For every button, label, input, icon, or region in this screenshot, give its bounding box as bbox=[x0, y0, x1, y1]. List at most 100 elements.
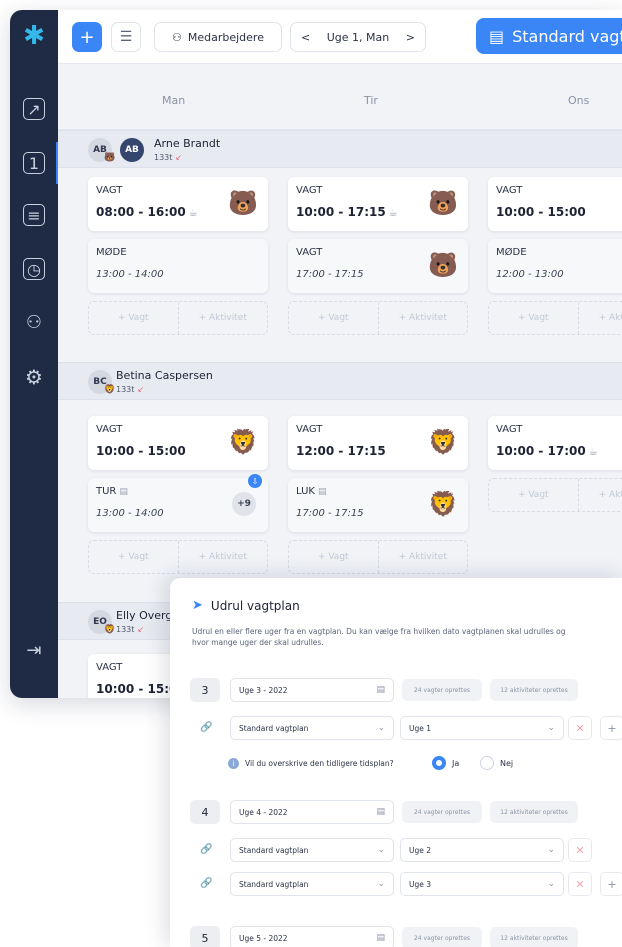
plan-button[interactable]: ▤ Standard vagtplan bbox=[476, 18, 622, 54]
document-icon[interactable]: ≡ bbox=[23, 204, 45, 226]
trend-icon: ↙ bbox=[137, 385, 145, 394]
add-row: + Vagt + Aktivitet bbox=[488, 301, 622, 335]
week-date-field[interactable]: Uge 4 - 2022 ▤ bbox=[230, 800, 394, 824]
shift-card[interactable]: VAGT 10:00 - 17:00 ☕ bbox=[488, 416, 622, 470]
week-value: Uge 4 - 2022 bbox=[239, 807, 288, 817]
document-icon: ▤ bbox=[489, 26, 505, 46]
add-activity-button[interactable]: + Aktivitet bbox=[579, 302, 622, 334]
sidebar: ✱ ↗ 1 ≡ ◷ ⚇ ⚙ ⇥ bbox=[10, 10, 58, 698]
coffee-icon: ☕ bbox=[188, 208, 198, 219]
plan-select[interactable]: Standard vagtplan ⌄ bbox=[230, 716, 394, 740]
week-label: Uge 1, Man bbox=[326, 30, 390, 44]
staff-button[interactable]: ⚇ Medarbejdere bbox=[154, 22, 282, 52]
activity-card[interactable]: LUK ▤ 17:00 - 17:15 🦁 bbox=[288, 478, 468, 532]
note-icon: ▤ bbox=[317, 487, 327, 497]
shift-card[interactable]: VAGT 12:00 - 17:15 🦁 bbox=[288, 416, 468, 470]
week-value: Uge 5 - 2022 bbox=[239, 933, 288, 943]
shift-card[interactable]: VAGT 10:00 - 17:15 ☕ 🐻 bbox=[288, 177, 468, 231]
remove-button[interactable]: ✕ bbox=[568, 716, 592, 740]
activity-card[interactable]: VAGT 17:00 - 17:15 🐻 bbox=[288, 239, 468, 293]
more-badge[interactable]: +9 bbox=[232, 492, 256, 516]
calendar-icon[interactable]: 1 bbox=[23, 152, 45, 174]
person-row[interactable]: BC 🦁 Betina Caspersen 133t ↙ bbox=[58, 362, 622, 400]
remove-button[interactable]: ✕ bbox=[568, 838, 592, 862]
radio-no[interactable]: Nej bbox=[480, 756, 513, 770]
bear-emoji-icon: 🐻 bbox=[428, 189, 458, 217]
settings-icon[interactable]: ⚙ bbox=[23, 366, 45, 388]
source-week-value: Uge 1 bbox=[409, 723, 432, 733]
shift-card[interactable]: VAGT 10:00 - 15:00 🦁 bbox=[88, 416, 268, 470]
activities-chip: 12 aktiviteter oprettes bbox=[490, 801, 578, 823]
chevron-right-icon[interactable]: > bbox=[406, 31, 415, 44]
add-shift-button[interactable]: + Vagt bbox=[489, 479, 579, 511]
activity-card[interactable]: TUR ▤ 13:00 - 14:00 +9 ⇩ bbox=[88, 474, 268, 532]
add-button[interactable]: + bbox=[72, 22, 102, 52]
add-activity-button[interactable]: + Aktivitet bbox=[179, 302, 268, 334]
shift-card[interactable]: VAGT 10:00 - 15:00 bbox=[488, 177, 622, 231]
source-week-select[interactable]: Uge 1 ⌄ bbox=[400, 716, 564, 740]
logo-icon[interactable]: ✱ bbox=[22, 23, 46, 49]
shift-type: VAGT bbox=[96, 662, 123, 673]
activity-time: 17:00 - 17:15 bbox=[296, 269, 364, 280]
add-activity-button[interactable]: + Aktivitet bbox=[379, 541, 468, 573]
type-value: TUR bbox=[96, 486, 117, 497]
time-icon[interactable]: ◷ bbox=[23, 258, 45, 280]
lion-emoji-icon: 🦁 bbox=[428, 428, 458, 456]
chevron-down-icon: ⌄ bbox=[377, 845, 385, 855]
activity-card[interactable]: MØDE 13:00 - 14:00 bbox=[88, 239, 268, 293]
type-value: LUK bbox=[296, 486, 315, 497]
plan-select[interactable]: Standard vagtplan ⌄ bbox=[230, 838, 394, 862]
plan-select[interactable]: Standard vagtplan ⌄ bbox=[230, 872, 394, 896]
radio-yes[interactable]: Ja bbox=[432, 756, 459, 770]
bear-emoji-icon: 🐻 bbox=[228, 189, 258, 217]
overwrite-question: i Vil du overskrive den tidligere tidspl… bbox=[228, 758, 394, 769]
activities-chip: 12 aktiviteter oprettes bbox=[490, 927, 578, 947]
calendar-icon[interactable]: ▤ bbox=[376, 807, 385, 817]
week-date-field[interactable]: Uge 5 - 2022 ▤ bbox=[230, 926, 394, 947]
add-shift-button[interactable]: + Vagt bbox=[89, 302, 179, 334]
add-shift-button[interactable]: + Vagt bbox=[289, 302, 379, 334]
person-row[interactable]: AB AB 🐻 Arne Brandt 133t ↙ bbox=[58, 130, 622, 168]
source-week-select[interactable]: Uge 3 ⌄ bbox=[400, 872, 564, 896]
source-week-select[interactable]: Uge 2 ⌄ bbox=[400, 838, 564, 862]
shift-card[interactable]: VAGT 08:00 - 16:00 ☕ 🐻 bbox=[88, 177, 268, 231]
add-shift-button[interactable]: + Vagt bbox=[289, 541, 379, 573]
chevron-down-icon: ⌄ bbox=[377, 723, 385, 733]
calendar-icon[interactable]: ▤ bbox=[376, 685, 385, 695]
note-icon: ▤ bbox=[119, 487, 128, 497]
filter-button[interactable]: ☰ bbox=[111, 22, 141, 52]
add-activity-button[interactable]: + Aktivitet bbox=[579, 479, 622, 511]
day-header: Man Tir Ons bbox=[58, 64, 622, 130]
activity-card[interactable]: MØDE 12:00 - 13:00 +5 bbox=[488, 239, 622, 293]
add-shift-button[interactable]: + Vagt bbox=[489, 302, 579, 334]
chevron-left-icon[interactable]: < bbox=[301, 31, 310, 44]
add-activity-button[interactable]: + Aktivitet bbox=[379, 302, 468, 334]
lion-emoji-icon: 🦁 bbox=[104, 625, 116, 635]
activity-time: 13:00 - 14:00 bbox=[96, 269, 164, 280]
time-value: 10:00 - 17:15 bbox=[296, 205, 386, 219]
plan-label: Standard vagtplan bbox=[512, 26, 622, 46]
remove-button[interactable]: ✕ bbox=[568, 872, 592, 896]
shift-time: 10:00 - 15:00 bbox=[496, 205, 586, 219]
toolbar: + ☰ ⚇ Medarbejdere < Uge 1, Man > ▤ Stan… bbox=[58, 10, 622, 64]
shift-type: VAGT bbox=[296, 424, 323, 435]
radio-no-control[interactable] bbox=[480, 756, 494, 770]
activity-type: TUR ▤ bbox=[96, 486, 128, 497]
logout-icon[interactable]: ⇥ bbox=[23, 640, 45, 662]
people-icon[interactable]: ⚇ bbox=[23, 312, 45, 334]
calendar-icon[interactable]: ▤ bbox=[376, 933, 385, 943]
rollout-dialog: ➤ Udrul vagtplan Udrul en eller flere ug… bbox=[170, 578, 622, 947]
week-selector[interactable]: < Uge 1, Man > bbox=[290, 22, 426, 52]
person-name: Arne Brandt bbox=[154, 137, 221, 150]
add-row-button[interactable]: + bbox=[600, 716, 622, 740]
add-activity-button[interactable]: + Aktivitet bbox=[179, 541, 268, 573]
hours-value: 133t bbox=[154, 153, 173, 162]
tasks-icon[interactable]: ↗ bbox=[23, 98, 45, 120]
add-row-button[interactable]: + bbox=[600, 872, 622, 896]
chevron-down-icon: ⌄ bbox=[547, 845, 555, 855]
add-row: + Vagt + Aktivitet bbox=[88, 540, 268, 574]
add-shift-button[interactable]: + Vagt bbox=[89, 541, 179, 573]
week-date-field[interactable]: Uge 3 - 2022 ▤ bbox=[230, 678, 394, 702]
radio-yes-control[interactable] bbox=[432, 756, 446, 770]
shift-time: 10:00 - 15:00 bbox=[96, 444, 186, 458]
